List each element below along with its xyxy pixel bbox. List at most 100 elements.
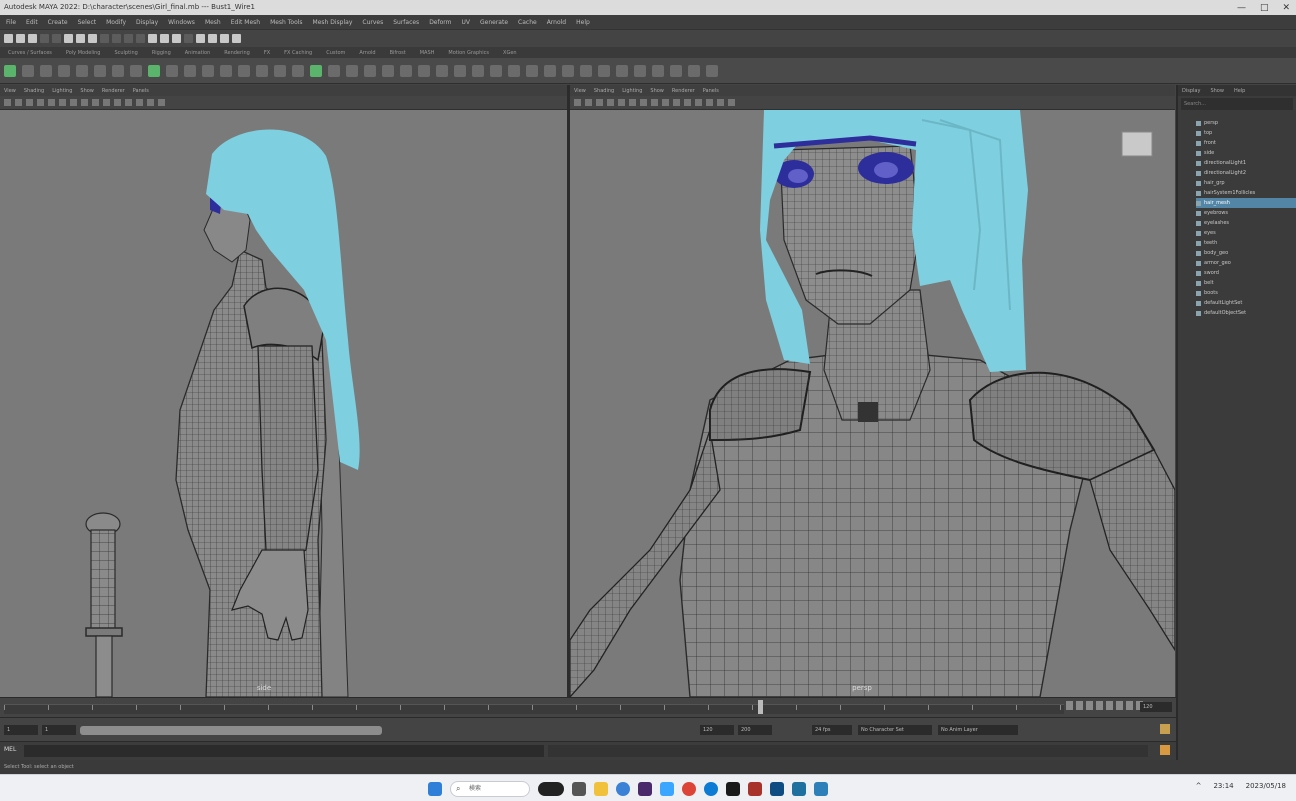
- outliner-item[interactable]: belt: [1196, 278, 1296, 288]
- outliner-item[interactable]: teeth: [1196, 238, 1296, 248]
- mail-icon[interactable]: [814, 782, 828, 796]
- step-back-frame-icon[interactable]: [1086, 701, 1093, 710]
- right-panel-menu-show[interactable]: Show: [650, 88, 664, 94]
- shelf-tab-arnold[interactable]: Arnold: [359, 50, 375, 56]
- menu-surfaces[interactable]: Surfaces: [393, 19, 419, 26]
- outliner-menu-display[interactable]: Display: [1182, 88, 1200, 94]
- edge-icon[interactable]: [704, 782, 718, 796]
- shelf-sphere-icon[interactable]: [148, 64, 160, 77]
- right-panel-menu-panels[interactable]: Panels: [703, 88, 719, 94]
- xray-icon[interactable]: [728, 99, 735, 106]
- shelf-pinch-icon[interactable]: [616, 64, 628, 77]
- snap-point-icon[interactable]: [124, 34, 133, 43]
- tray-chevron-icon[interactable]: ^: [1196, 782, 1202, 790]
- chrome-icon[interactable]: [682, 782, 696, 796]
- channel-box-icon[interactable]: [232, 34, 241, 43]
- range-start-field[interactable]: 1: [42, 725, 76, 735]
- shelf-planar-icon[interactable]: [274, 64, 286, 77]
- shelf-grab-icon[interactable]: [598, 64, 610, 77]
- shelf-cv-curve-icon[interactable]: [40, 64, 52, 77]
- left-panel-menu-show[interactable]: Show: [80, 88, 94, 94]
- time-slider[interactable]: 120: [0, 697, 1176, 717]
- outliner-item[interactable]: directionalLight2: [1196, 168, 1296, 178]
- outliner-item[interactable]: eyes: [1196, 228, 1296, 238]
- render-frame-icon[interactable]: [148, 34, 157, 43]
- shelf-cube-icon[interactable]: [166, 64, 178, 77]
- command-input[interactable]: [24, 745, 544, 757]
- anim-start-field[interactable]: 1: [4, 725, 38, 735]
- command-language-label[interactable]: MEL: [4, 746, 16, 753]
- shelf-tab-mash[interactable]: MASH: [420, 50, 435, 56]
- attribute-editor-icon[interactable]: [208, 34, 217, 43]
- menu-modify[interactable]: Modify: [106, 19, 126, 26]
- view-cube[interactable]: [1121, 131, 1153, 157]
- shelf-tab-rendering[interactable]: Rendering: [224, 50, 250, 56]
- shelf-separate-icon[interactable]: [508, 64, 520, 77]
- widgets-icon[interactable]: [538, 782, 564, 796]
- shelf-spray-icon[interactable]: [670, 64, 682, 77]
- menu-arnold[interactable]: Arnold: [547, 19, 566, 26]
- camera-attributes-icon[interactable]: [574, 99, 581, 106]
- outliner-menu-help[interactable]: Help: [1234, 88, 1245, 94]
- anim-layer-field[interactable]: No Anim Layer: [938, 725, 1018, 735]
- menu-windows[interactable]: Windows: [168, 19, 195, 26]
- fps-field[interactable]: 24 fps: [812, 725, 852, 735]
- shelf-merge-icon[interactable]: [382, 64, 394, 77]
- wireframe-icon[interactable]: [640, 99, 647, 106]
- shelf-bevel-icon[interactable]: [328, 64, 340, 77]
- menu-cache[interactable]: Cache: [518, 19, 537, 26]
- outliner-item[interactable]: hair_grp: [1196, 178, 1296, 188]
- shelf-smear-icon[interactable]: [688, 64, 700, 77]
- menu-mesh[interactable]: Mesh: [205, 19, 221, 26]
- shelf-bridge-icon[interactable]: [346, 64, 358, 77]
- shelf-tab-sculpting[interactable]: Sculpting: [114, 50, 137, 56]
- shelf-tab-motion-graphics[interactable]: Motion Graphics: [448, 50, 489, 56]
- select-hierarchy-icon[interactable]: [64, 34, 73, 43]
- outliner-search-input[interactable]: Search...: [1181, 98, 1293, 110]
- film-gate-icon[interactable]: [48, 99, 55, 106]
- store-icon[interactable]: [770, 782, 784, 796]
- outliner-item[interactable]: defaultLightSet: [1196, 298, 1296, 308]
- outliner-item[interactable]: eyelashes: [1196, 218, 1296, 228]
- image-plane-icon[interactable]: [26, 99, 33, 106]
- ipr-render-icon[interactable]: [160, 34, 169, 43]
- right-panel-menu-renderer[interactable]: Renderer: [672, 88, 695, 94]
- minimize-button[interactable]: —: [1237, 3, 1246, 13]
- outliner-item[interactable]: eyebrows: [1196, 208, 1296, 218]
- select-component-icon[interactable]: [88, 34, 97, 43]
- image-plane-icon[interactable]: [596, 99, 603, 106]
- photos-icon[interactable]: [660, 782, 674, 796]
- taskbar-search-box[interactable]: ⌕ 検索: [450, 781, 530, 797]
- left-panel-menu-panels[interactable]: Panels: [133, 88, 149, 94]
- menu-curves[interactable]: Curves: [362, 19, 383, 26]
- right-panel-menu-lighting[interactable]: Lighting: [622, 88, 642, 94]
- new-scene-icon[interactable]: [4, 34, 13, 43]
- outliner-item[interactable]: hair_mesh: [1196, 198, 1296, 208]
- isolate-select-icon[interactable]: [147, 99, 154, 106]
- left-panel-menu-view[interactable]: View: [4, 88, 16, 94]
- body-mesh-persp[interactable]: [570, 145, 1175, 697]
- grid-icon[interactable]: [37, 99, 44, 106]
- time-slider-track[interactable]: [4, 704, 1064, 714]
- shelf-tab-xgen[interactable]: XGen: [503, 50, 517, 56]
- shelf-tab-fx[interactable]: FX: [264, 50, 270, 56]
- resolution-gate-icon[interactable]: [629, 99, 636, 106]
- snap-view-plane-icon[interactable]: [136, 34, 145, 43]
- shelf-uv-editor-icon[interactable]: [544, 64, 556, 77]
- left-panel-menu-lighting[interactable]: Lighting: [52, 88, 72, 94]
- shelf-circle-icon[interactable]: [130, 64, 142, 77]
- shelf-target-weld-icon[interactable]: [436, 64, 448, 77]
- menu-select[interactable]: Select: [78, 19, 97, 26]
- shadows-icon[interactable]: [695, 99, 702, 106]
- tool-settings-icon[interactable]: [220, 34, 229, 43]
- taskbar-time[interactable]: 23:14: [1213, 782, 1233, 790]
- select-object-icon[interactable]: [76, 34, 85, 43]
- shelf-combine-icon[interactable]: [490, 64, 502, 77]
- step-forward-frame-icon[interactable]: [1116, 701, 1123, 710]
- smooth-shade-icon[interactable]: [651, 99, 658, 106]
- shelf-bezier-icon[interactable]: [76, 64, 88, 77]
- menu-display[interactable]: Display: [136, 19, 158, 26]
- camera-attributes-icon[interactable]: [4, 99, 11, 106]
- ambient-occlusion-icon[interactable]: [136, 99, 143, 106]
- menu-help[interactable]: Help: [576, 19, 590, 26]
